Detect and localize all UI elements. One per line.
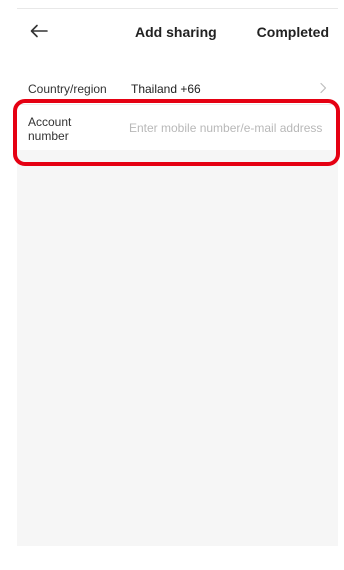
country-region-value: Thailand +66 bbox=[131, 82, 201, 96]
country-region-row[interactable]: Country/region Thailand +66 bbox=[17, 70, 338, 104]
arrow-left-icon bbox=[30, 24, 48, 38]
back-button[interactable] bbox=[27, 21, 51, 41]
completed-button[interactable]: Completed bbox=[257, 24, 329, 40]
top-bar: Add sharing Completed bbox=[17, 8, 338, 54]
page-title: Add sharing bbox=[135, 24, 217, 40]
country-region-label: Country/region bbox=[28, 82, 107, 96]
account-number-input[interactable] bbox=[129, 118, 334, 138]
sharing-form: Country/region Thailand +66 Account numb… bbox=[17, 70, 338, 546]
account-number-label: Account number bbox=[28, 115, 72, 143]
account-number-row: Account number bbox=[17, 104, 338, 150]
chevron-right-icon bbox=[320, 82, 327, 94]
